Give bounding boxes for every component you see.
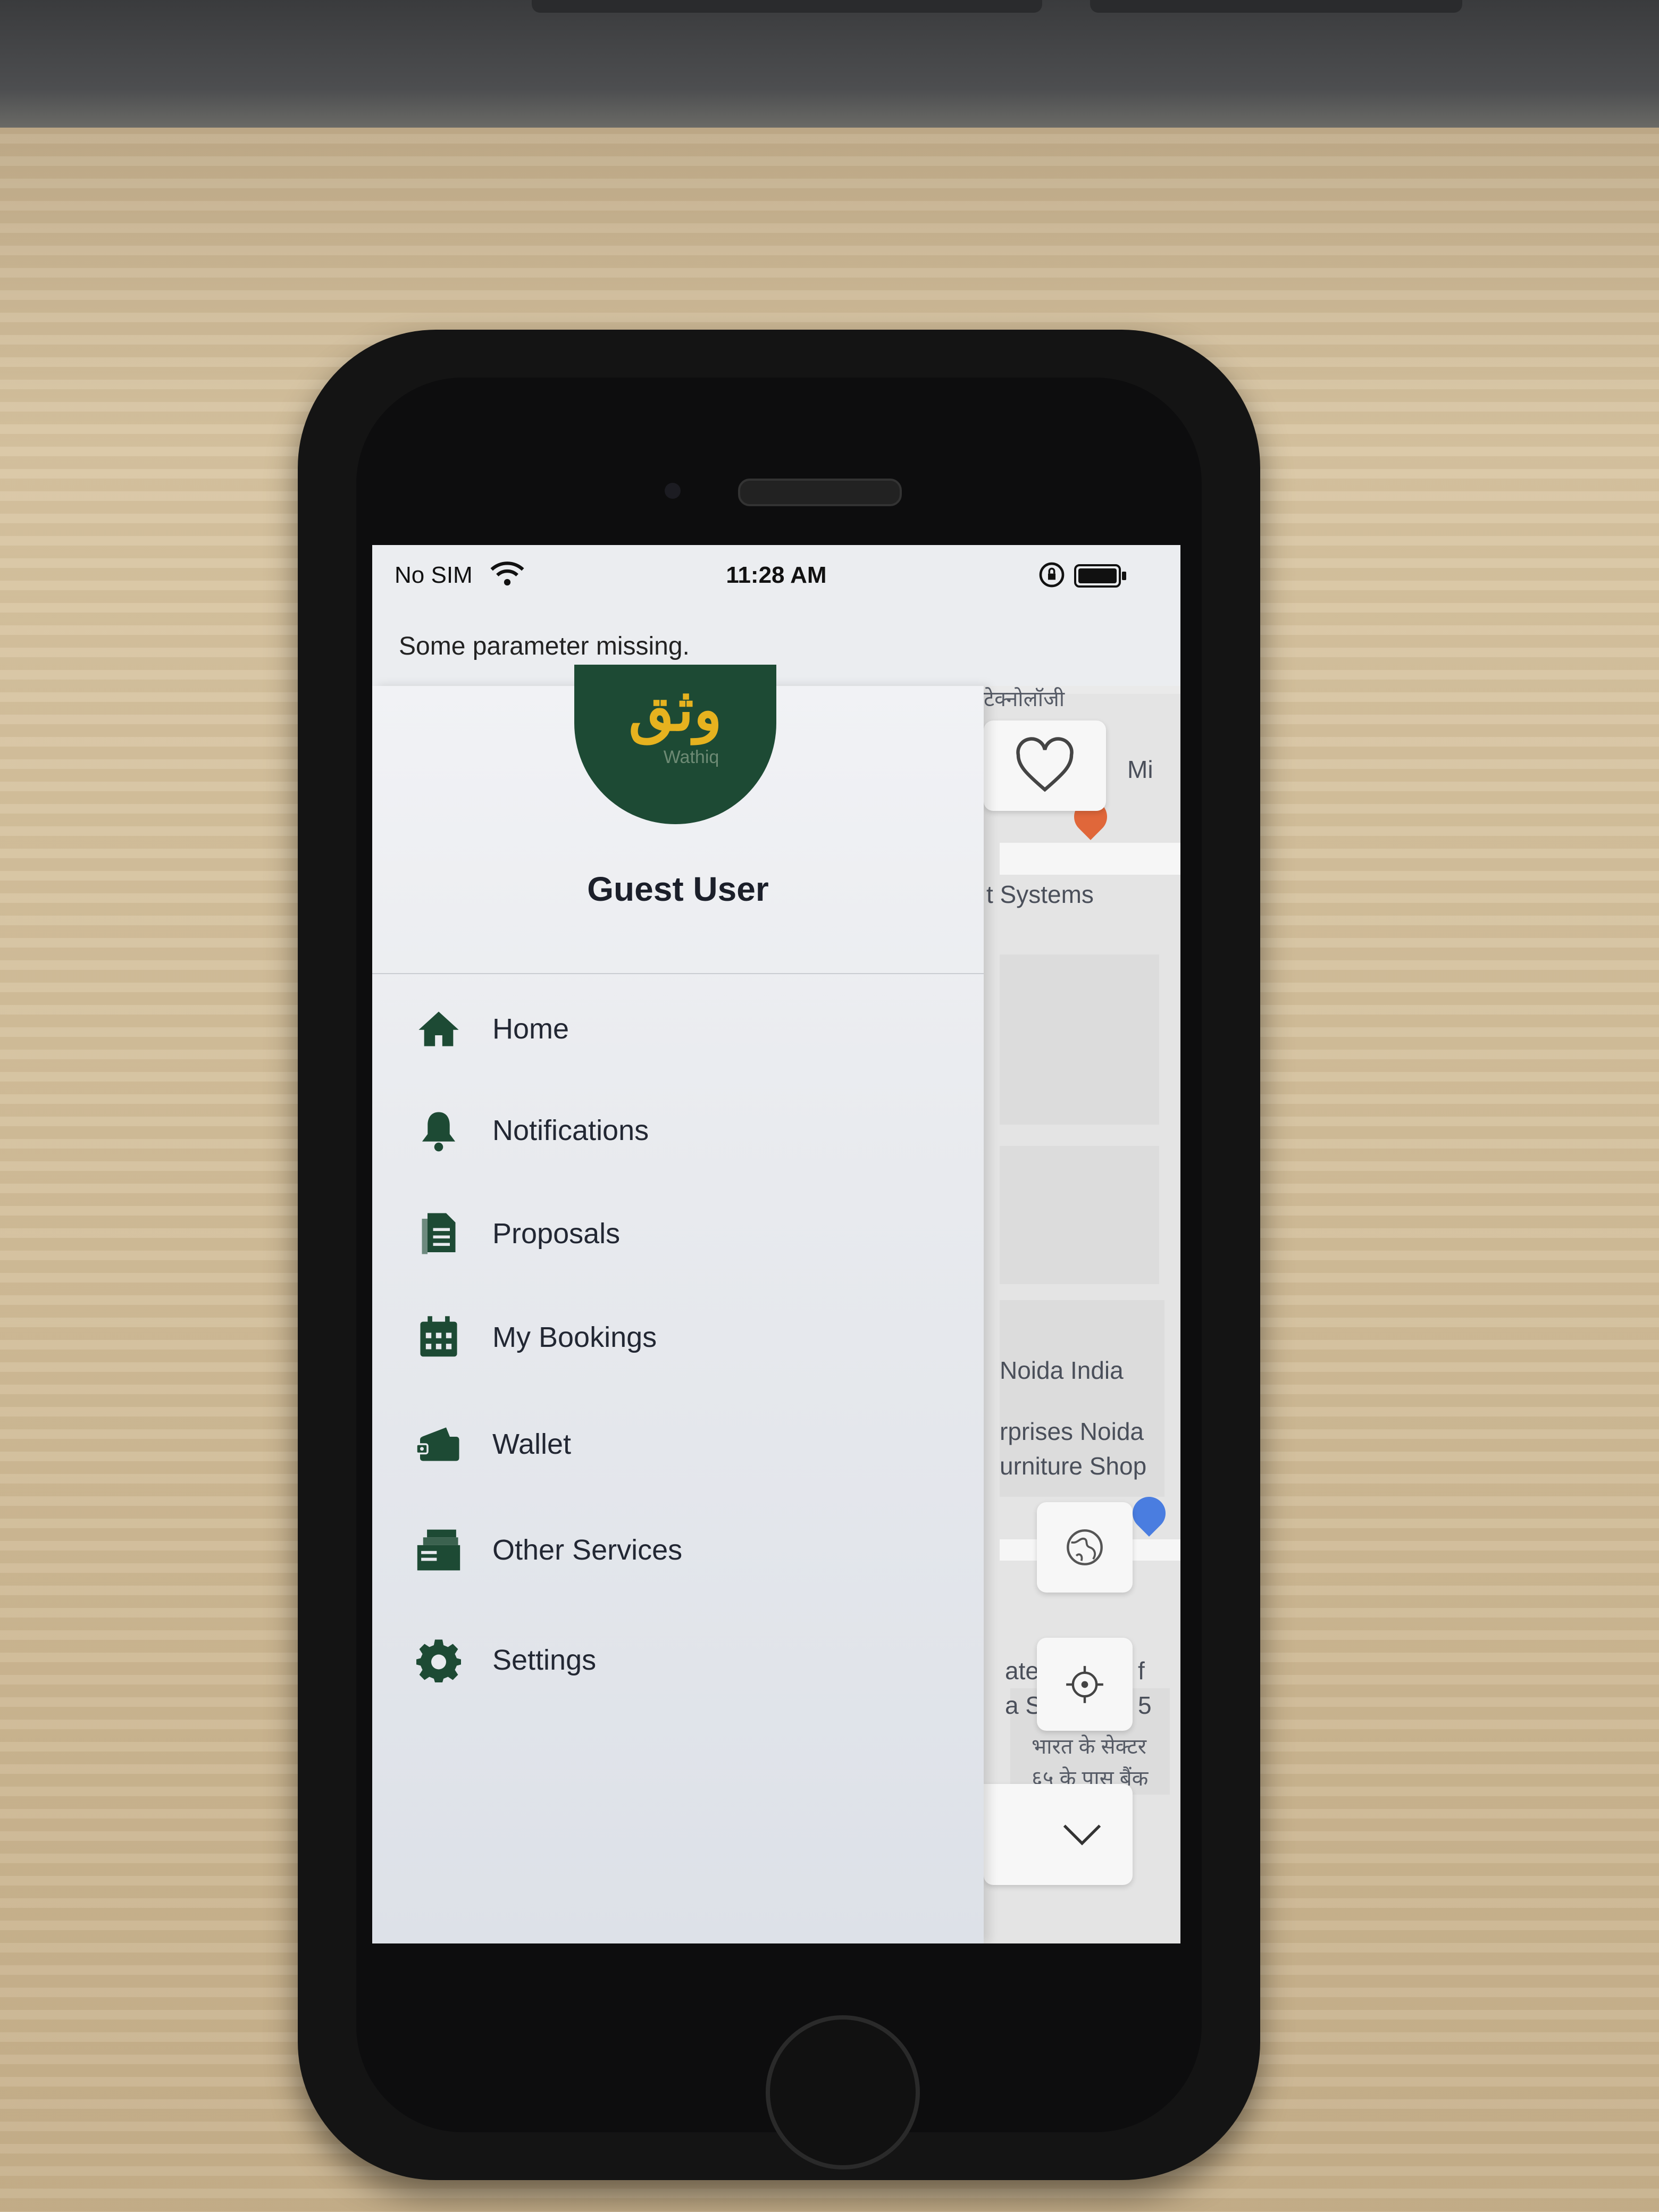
menu-item-label: Proposals: [492, 1218, 621, 1250]
menu-item-other-services[interactable]: Other Services: [415, 1518, 946, 1582]
home-button[interactable]: [766, 2015, 920, 2169]
rotation-lock-icon: [1039, 562, 1065, 588]
map-road: [1000, 843, 1180, 875]
app-logo: وثق: [629, 675, 722, 744]
globe-icon: [1067, 1529, 1103, 1565]
map-label: Mi: [1127, 756, 1153, 783]
map-label: Noida India: [1000, 1356, 1124, 1384]
map-block: [1000, 954, 1159, 1125]
app-logo-text: Wathiq: [663, 747, 719, 767]
keyboard-key: [532, 0, 1042, 13]
map-label: 5: [1138, 1691, 1152, 1719]
collapse-button[interactable]: [984, 1784, 1133, 1885]
map-label: भारत के सेक्टर: [1032, 1735, 1146, 1758]
status-bar: No SIM 11:28 AM: [372, 545, 1180, 606]
heart-icon: [1016, 737, 1074, 792]
menu-item-label: Settings: [492, 1644, 597, 1676]
keyboard-key: [1090, 0, 1462, 13]
map-label: t Systems: [986, 881, 1094, 908]
earpiece-speaker: [738, 479, 902, 506]
user-name: Guest User: [587, 870, 769, 908]
home-icon: [415, 1005, 463, 1053]
avatar: وثق Wathiq: [574, 665, 776, 824]
map-label: urniture Shop: [1000, 1452, 1147, 1480]
map-layers-button[interactable]: [1037, 1502, 1133, 1593]
menu-item-label: My Bookings: [492, 1321, 657, 1353]
menu-item-label: Notifications: [492, 1115, 649, 1146]
menu-item-proposals[interactable]: Proposals: [415, 1202, 946, 1266]
menu-item-wallet[interactable]: Wallet: [415, 1412, 946, 1476]
error-toast: Some parameter missing.: [372, 606, 1180, 686]
crosshair-icon: [1066, 1665, 1103, 1703]
bell-icon: [415, 1107, 463, 1154]
gear-icon: [415, 1636, 463, 1684]
document-icon: [415, 1210, 463, 1258]
chevron-down-icon: [1063, 1824, 1101, 1846]
menu-item-settings[interactable]: Settings: [415, 1628, 946, 1692]
front-camera: [665, 483, 681, 499]
menu-item-label: Other Services: [492, 1534, 683, 1566]
map-label: ate: [1005, 1657, 1039, 1685]
menu-item-label: Wallet: [492, 1428, 572, 1460]
map-label: टेक्नोलॉजी: [984, 688, 1065, 711]
drawer-header: وثق Wathiq Guest User: [372, 665, 984, 974]
map-block: [1000, 1146, 1159, 1284]
battery-icon: [1074, 564, 1126, 588]
menu-item-label: Home: [492, 1013, 569, 1045]
map-label: f: [1138, 1657, 1145, 1685]
keyboard: [0, 0, 1659, 128]
phone-screen: टेक्नोलॉजी Mi t Systems Noida India rpri…: [372, 545, 1180, 1943]
toast-message: Some parameter missing.: [399, 632, 690, 660]
my-location-button[interactable]: [1037, 1638, 1133, 1731]
menu-item-notifications[interactable]: Notifications: [415, 1099, 946, 1162]
navigation-drawer: وثق Wathiq Guest User Home Notifications: [372, 665, 984, 1943]
wallet-icon: [415, 1420, 463, 1468]
map-label: a S: [1005, 1691, 1042, 1719]
menu-item-home[interactable]: Home: [415, 997, 946, 1061]
menu-item-my-bookings[interactable]: My Bookings: [415, 1305, 946, 1369]
calendar-icon: [415, 1313, 463, 1361]
services-icon: [415, 1526, 463, 1574]
map-label: rprises Noida: [1000, 1418, 1144, 1445]
favorite-button[interactable]: [984, 720, 1106, 811]
